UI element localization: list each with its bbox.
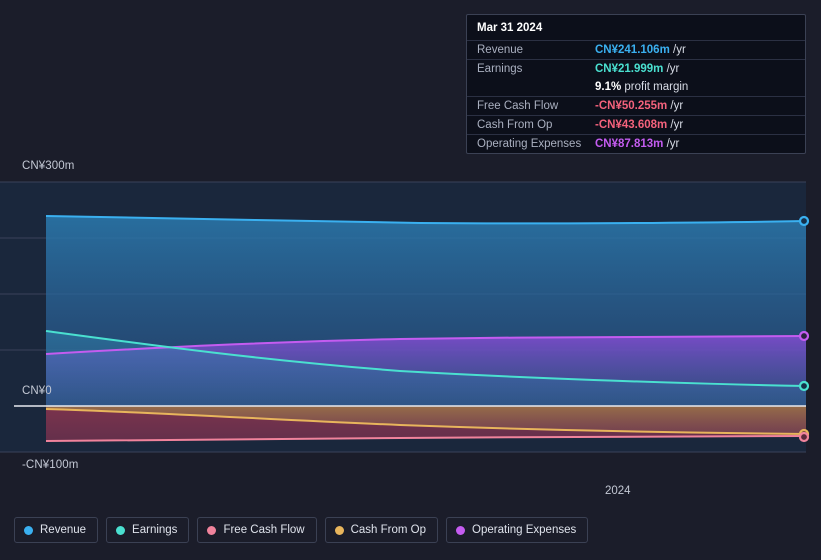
endpoint-revenue [798, 215, 810, 227]
legend-label-revenue: Revenue [40, 524, 87, 536]
y-axis-label-bottom: -CN¥100m [22, 459, 79, 471]
tooltip-row-free-cash-flow: Free Cash Flow -CN¥50.255m /yr [467, 96, 805, 115]
tooltip-value-cash-from-op: -CN¥43.608m /yr [595, 119, 683, 131]
tooltip-row-cash-from-op: Cash From Op -CN¥43.608m /yr [467, 115, 805, 134]
legend-item-earnings[interactable]: Earnings [106, 517, 190, 543]
tooltip-unit-free-cash-flow: /yr [667, 100, 684, 112]
tooltip-amount-free-cash-flow: -CN¥50.255m [595, 100, 668, 112]
tooltip-key-revenue: Revenue [477, 44, 524, 56]
tooltip-unit-operating-expenses: /yr [663, 138, 680, 150]
x-axis-label-year: 2024 [605, 485, 631, 497]
endpoint-operating-expenses [798, 330, 810, 342]
legend-label-cash-from-op: Cash From Op [350, 524, 427, 536]
legend-item-cash-from-op[interactable]: Cash From Op [324, 517, 439, 543]
tooltip-date: Mar 31 2024 [477, 22, 543, 34]
y-axis-label-zero: CN¥0 [22, 385, 52, 397]
tooltip-unit-revenue: /yr [669, 44, 686, 56]
legend-dot-revenue [24, 525, 33, 535]
tooltip-unit-earnings: /yr [663, 63, 680, 75]
y-axis-label-top: CN¥300m [22, 160, 75, 172]
tooltip-row-revenue: Revenue CN¥241.106m /yr [467, 40, 805, 59]
legend-item-free-cash-flow[interactable]: Free Cash Flow [197, 517, 317, 543]
tooltip-key-earnings: Earnings [477, 63, 523, 75]
tooltip-value-earnings: CN¥21.999m /yr [595, 63, 679, 75]
endpoint-earnings [798, 380, 810, 392]
legend-dot-free-cash-flow [207, 525, 217, 535]
endpoint-free-cash-flow [798, 431, 810, 443]
tooltip-row-operating-expenses: Operating Expenses CN¥87.813m /yr [467, 134, 805, 153]
tooltip-value-profit-margin: 9.1% profit margin [595, 81, 688, 93]
tooltip-value-operating-expenses: CN¥87.813m /yr [595, 138, 679, 150]
tooltip-value-free-cash-flow: -CN¥50.255m /yr [595, 100, 683, 112]
legend-label-operating-expenses: Operating Expenses [472, 524, 577, 536]
legend-dot-earnings [116, 525, 126, 535]
tooltip-row-profit-margin: 9.1% profit margin [467, 78, 805, 96]
legend-dot-operating-expenses [456, 525, 466, 535]
tooltip-key-cash-from-op: Cash From Op [477, 119, 553, 131]
legend-item-operating-expenses[interactable]: Operating Expenses [446, 517, 589, 543]
tooltip-amount-operating-expenses: CN¥87.813m [595, 138, 664, 150]
legend-item-revenue[interactable]: Revenue [14, 517, 99, 543]
tooltip-key-operating-expenses: Operating Expenses [477, 138, 582, 150]
tooltip-amount-earnings: CN¥21.999m [595, 63, 664, 75]
tooltip-unit-profit-margin: profit margin [621, 81, 689, 93]
tooltip-key-free-cash-flow: Free Cash Flow [477, 100, 559, 112]
tooltip-amount-profit-margin: 9.1% [595, 81, 622, 93]
legend-label-free-cash-flow: Free Cash Flow [223, 524, 305, 536]
legend-label-earnings: Earnings [132, 524, 178, 536]
chart-page: CN¥300m CN¥0 -CN¥100m 2024 Mar 31 2024 R… [0, 0, 821, 560]
tooltip-unit-cash-from-op: /yr [667, 119, 684, 131]
tooltip-value-revenue: CN¥241.106m /yr [595, 44, 686, 56]
chart-tooltip: Mar 31 2024 Revenue CN¥241.106m /yr Earn… [466, 14, 806, 154]
chart-legend: Revenue Earnings Free Cash Flow Cash Fro… [14, 517, 589, 543]
tooltip-amount-cash-from-op: -CN¥43.608m [595, 119, 668, 131]
tooltip-row-earnings: Earnings CN¥21.999m /yr [467, 59, 805, 78]
legend-dot-cash-from-op [334, 525, 344, 535]
tooltip-amount-revenue: CN¥241.106m [595, 44, 670, 56]
